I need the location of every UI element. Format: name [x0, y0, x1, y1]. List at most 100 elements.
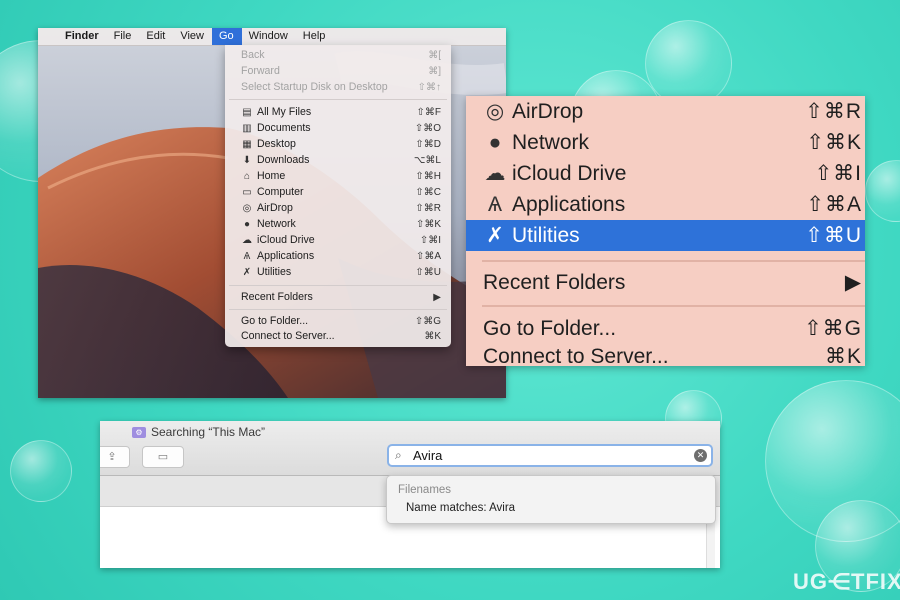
- applications-icon: Ѧ: [487, 192, 503, 216]
- menu-item-shortcut: ⇧⌘R: [415, 202, 441, 214]
- menu-item-icloud-drive[interactable]: ☁ iCloud Drive ⇧⌘I: [225, 232, 451, 248]
- menu-bar: Finder File Edit View Go Window Help: [38, 28, 506, 46]
- menu-finder[interactable]: Finder: [58, 28, 107, 45]
- menu-item-label: Go to Folder...: [241, 315, 309, 327]
- search-icon: ⌕: [395, 448, 402, 462]
- menu-item-utilities[interactable]: ✗ Utilities ⇧⌘U: [225, 264, 451, 280]
- menu-item-shortcut: ⇧⌘O: [414, 122, 441, 134]
- go-menu-dropdown: Back ⌘[ Forward ⌘] Select Startup Disk o…: [225, 45, 451, 347]
- menu-separator: [482, 305, 865, 307]
- share-icon: ⇪: [107, 451, 117, 463]
- zoom-item-icloud-drive[interactable]: ☁ iCloud Drive ⇧⌘I: [466, 158, 865, 189]
- zoom-item-utilities[interactable]: ✗ Utilities ⇧⌘U: [466, 220, 865, 251]
- menu-item-label: iCloud Drive: [257, 234, 315, 246]
- menu-item-recent-folders[interactable]: Recent Folders ▶: [225, 289, 451, 305]
- menu-item-home[interactable]: ⌂ Home ⇧⌘H: [225, 168, 451, 184]
- search-suggestions-dropdown: Filenames Name matches: Avira: [386, 475, 716, 524]
- menu-separator: [482, 260, 865, 262]
- desktop-screenshot: Finder File Edit View Go Window Help Bac…: [38, 28, 506, 398]
- menu-item-connect-to-server[interactable]: Connect to Server... ⌘K: [225, 328, 451, 344]
- menu-item-downloads[interactable]: ⬇ Downloads ⌥⌘L: [225, 152, 451, 168]
- menu-item-shortcut: ⇧⌘K: [415, 218, 441, 230]
- menu-item-shortcut: ⌘K: [424, 330, 441, 342]
- menu-item-shortcut: ⇧⌘↑: [417, 81, 441, 93]
- menu-item-airdrop[interactable]: ◎ AirDrop ⇧⌘R: [225, 200, 451, 216]
- zoom-item-applications[interactable]: Ѧ Applications ⇧⌘A: [466, 189, 865, 220]
- search-field[interactable]: ⌕ ✕: [387, 444, 713, 467]
- menu-item-shortcut: ⇧⌘A: [806, 193, 862, 216]
- zoom-item-connect-to-server[interactable]: Connect to Server... ⌘K: [466, 341, 865, 367]
- window-title-text: Searching “This Mac”: [151, 425, 266, 439]
- desktop-icon: ▦: [242, 138, 252, 150]
- share-button[interactable]: ⇪: [100, 446, 130, 468]
- computer-icon: ▭: [242, 186, 252, 198]
- menu-item-desktop[interactable]: ▦ Desktop ⇧⌘D: [225, 136, 451, 152]
- menu-item-shortcut: ⇧⌘K: [806, 131, 862, 154]
- menu-item-computer[interactable]: ▭ Computer ⇧⌘C: [225, 184, 451, 200]
- menu-item-back: Back ⌘[: [225, 47, 451, 63]
- apple-menu-icon[interactable]: [38, 28, 58, 45]
- menu-item-select-startup-disk: Select Startup Disk on Desktop ⇧⌘↑: [225, 79, 451, 95]
- menu-item-shortcut: ⇧⌘C: [415, 186, 441, 198]
- icloud-icon: ☁: [484, 162, 506, 185]
- network-icon: ●: [243, 218, 251, 230]
- menu-edit[interactable]: Edit: [139, 28, 173, 45]
- menu-separator: [229, 309, 447, 310]
- menu-window[interactable]: Window: [242, 28, 296, 45]
- tags-button[interactable]: ▭: [142, 446, 184, 468]
- menu-item-shortcut: ⇧⌘F: [416, 106, 442, 118]
- menu-item-shortcut: ⇧⌘I: [814, 162, 862, 185]
- submenu-arrow-icon: ▶: [844, 271, 862, 294]
- utilities-icon: ✗: [486, 224, 504, 247]
- menu-item-shortcut: ⇧⌘H: [415, 170, 441, 182]
- suggestions-header: Filenames: [398, 484, 452, 496]
- suggestion-name-matches[interactable]: Name matches: Avira: [406, 502, 515, 514]
- menu-item-shortcut: ⇧⌘U: [805, 224, 862, 247]
- zoom-item-airdrop[interactable]: ◎ AirDrop ⇧⌘R: [466, 96, 865, 127]
- finder-search-window: ⚙ Searching “This Mac” ⇪ ▭ ⌕ ✕ Filenames…: [100, 421, 720, 568]
- menu-view[interactable]: View: [173, 28, 212, 45]
- decorative-bubble: [865, 160, 900, 222]
- submenu-arrow-icon: ▶: [433, 291, 441, 303]
- menu-file[interactable]: File: [107, 28, 140, 45]
- menu-item-network[interactable]: ● Network ⇧⌘K: [225, 216, 451, 232]
- zoom-item-network[interactable]: ● Network ⇧⌘K: [466, 127, 865, 158]
- window-title: ⚙ Searching “This Mac”: [132, 425, 265, 439]
- menu-item-label: iCloud Drive: [512, 161, 627, 185]
- network-icon: ●: [488, 130, 502, 154]
- menu-item-label: Go to Folder...: [483, 316, 617, 340]
- menu-item-label: Select Startup Disk on Desktop: [241, 81, 388, 93]
- zoom-item-recent-folders[interactable]: Recent Folders ▶: [466, 267, 865, 298]
- menu-go[interactable]: Go: [211, 28, 242, 45]
- window-titlebar: ⚙ Searching “This Mac” ⇪ ▭ ⌕ ✕: [100, 421, 720, 476]
- utilities-icon: ✗: [242, 266, 252, 278]
- zoomed-go-menu: ◎ AirDrop ⇧⌘R ● Network ⇧⌘K ☁ iCloud Dri…: [466, 96, 865, 366]
- menu-item-label: Home: [257, 170, 286, 182]
- search-folder-icon: ⚙: [132, 426, 146, 438]
- ugetfix-logo: UG⋲TFIX: [793, 569, 900, 594]
- menu-item-shortcut: ⇧⌘A: [415, 250, 441, 262]
- menu-help[interactable]: Help: [296, 28, 334, 45]
- clear-search-icon[interactable]: ✕: [694, 449, 707, 462]
- menu-item-label: Downloads: [257, 154, 310, 166]
- search-input[interactable]: [409, 448, 694, 463]
- menu-item-shortcut: ⌘[: [428, 49, 441, 61]
- applications-icon: Ѧ: [243, 250, 251, 262]
- menu-item-shortcut: ⌘]: [428, 65, 441, 77]
- menu-item-all-my-files[interactable]: ▤ All My Files ⇧⌘F: [225, 104, 451, 120]
- menu-item-label: AirDrop: [512, 99, 584, 123]
- menu-item-label: Network: [257, 218, 296, 230]
- icloud-icon: ☁: [242, 234, 252, 246]
- airdrop-icon: ◎: [242, 202, 252, 214]
- menu-item-label: Network: [512, 130, 590, 154]
- menu-item-shortcut: ⇧⌘I: [419, 234, 441, 246]
- menu-item-label: All My Files: [257, 106, 312, 118]
- menu-item-forward: Forward ⌘]: [225, 63, 451, 79]
- menu-item-shortcut: ⇧⌘G: [414, 315, 441, 327]
- menu-item-label: Utilities: [512, 223, 580, 247]
- menu-item-documents[interactable]: ▥ Documents ⇧⌘O: [225, 120, 451, 136]
- zoom-item-go-to-folder[interactable]: Go to Folder... ⇧⌘G: [466, 313, 865, 344]
- menu-item-label: Computer: [257, 186, 304, 198]
- menu-item-applications[interactable]: Ѧ Applications ⇧⌘A: [225, 248, 451, 264]
- menu-item-go-to-folder[interactable]: Go to Folder... ⇧⌘G: [225, 313, 451, 329]
